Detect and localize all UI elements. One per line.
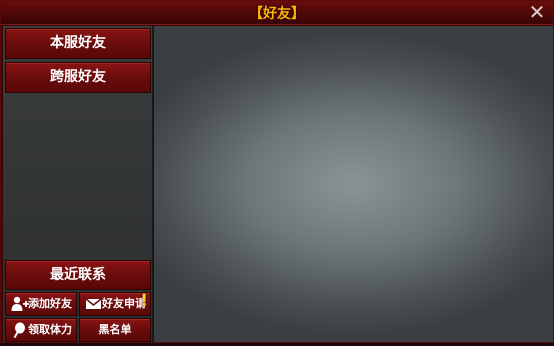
- blacklist-button[interactable]: 黑名单: [79, 318, 151, 342]
- friend-requests-button[interactable]: 好友申请 !: [79, 291, 151, 316]
- mail-icon: [85, 296, 103, 312]
- title-bar: 【好友】 ✕: [1, 1, 553, 25]
- tab-server-friends[interactable]: 本服好友: [5, 28, 151, 59]
- window-title: 【好友】: [249, 6, 305, 22]
- blacklist-label: 黑名单: [98, 323, 132, 336]
- tab-cross-server-friends[interactable]: 跨服好友: [5, 62, 151, 93]
- claim-stamina-label: 领取体力: [28, 323, 72, 336]
- lollipop-icon: [11, 322, 29, 339]
- friends-window: 【好友】 ✕ 本服好友 跨服好友 最近联系 添加好友 好友申请 ! 领取体力 黑…: [0, 0, 554, 343]
- add-friend-button[interactable]: 添加好友: [5, 292, 77, 316]
- friend-list-panel: [154, 26, 553, 342]
- friend-sidebar: 本服好友 跨服好友 最近联系 添加好友 好友申请 ! 领取体力 黑名单: [3, 26, 153, 342]
- add-user-icon: [11, 296, 29, 312]
- claim-stamina-button[interactable]: 领取体力: [5, 318, 77, 342]
- tab-recent-contacts[interactable]: 最近联系: [5, 260, 151, 290]
- add-friend-label: 添加好友: [28, 297, 72, 310]
- exclamation-icon: !: [140, 291, 148, 311]
- close-icon[interactable]: ✕: [527, 2, 547, 22]
